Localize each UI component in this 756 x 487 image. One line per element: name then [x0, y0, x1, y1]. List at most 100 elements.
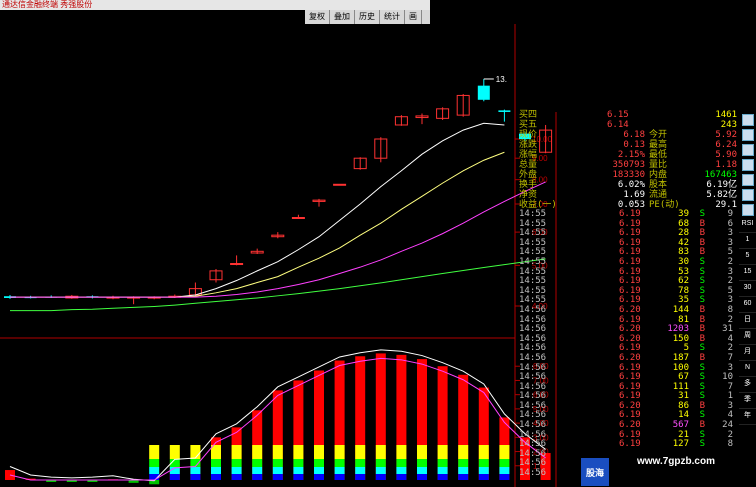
macd-band [396, 467, 407, 474]
stat-label: 今开 [649, 130, 668, 140]
period-sidebar: RSI 1 5 15 30 60 日周月 N 多季年 [739, 112, 756, 425]
macd-band [458, 467, 469, 474]
candle-body [230, 263, 244, 266]
stat-row: 外盘 183330 内盘 167463 [519, 170, 737, 180]
macd-band [314, 459, 324, 467]
period-button[interactable]: 30 [739, 281, 756, 297]
ma-line [10, 181, 546, 298]
chart-icon[interactable] [739, 112, 756, 127]
period-button[interactable]: 1 [739, 233, 756, 249]
macd-band [149, 459, 160, 467]
stat-value: 6.24 [715, 140, 737, 150]
stat-label: PE(动) [649, 200, 680, 210]
order-volume: 243 [720, 120, 737, 130]
macd-band [499, 467, 510, 474]
macd-band [293, 467, 304, 474]
macd-band [478, 467, 489, 474]
macd-band [478, 474, 489, 480]
period-button[interactable]: 5 [739, 249, 756, 265]
macd-band [355, 474, 366, 480]
grid-icon[interactable] [739, 157, 756, 172]
period-button[interactable]: 15 [739, 265, 756, 281]
rsi-icon[interactable] [739, 187, 756, 202]
period-button[interactable]: N [739, 361, 756, 377]
stat-label: 流通 [649, 190, 668, 200]
watermark-logo: 股海 [581, 458, 609, 486]
stat-value: 183330 [612, 170, 645, 180]
stat-label: 内盘 [649, 170, 668, 180]
macd-band [458, 445, 469, 459]
stat-label: 股本 [649, 180, 668, 190]
stat-value: 6.02% [617, 180, 645, 190]
macd-band [314, 467, 324, 474]
stat-label: 最低 [649, 150, 668, 160]
stat-value: 350793 [612, 160, 645, 170]
stat-label: 涨跌 [519, 140, 538, 150]
order-volume: 1461 [715, 110, 737, 120]
macd-band [190, 474, 201, 480]
macd-band [169, 445, 180, 459]
stat-label: 总量 [519, 160, 538, 170]
stat-value: 1.69 [623, 190, 645, 200]
period-button[interactable]: RSI [739, 217, 756, 233]
period-button[interactable]: 多 [739, 377, 756, 393]
macd-band [149, 467, 160, 474]
stat-label: 量比 [649, 160, 668, 170]
tick-time: 14:56 [519, 468, 547, 479]
stat-row: 换手 6.02% 股本 6.19亿 [519, 180, 737, 190]
macd-band [211, 467, 221, 474]
macd-band [169, 474, 180, 480]
stat-label: 现价 [519, 130, 538, 140]
table-icon[interactable] [739, 142, 756, 157]
macd-band [334, 467, 345, 474]
macd-band [417, 445, 427, 459]
ma-line [10, 122, 505, 298]
tick-row[interactable]: 14:56 6.19 127 S 8 [519, 440, 737, 450]
period-button[interactable]: 月 [739, 345, 756, 361]
tick-side: S [699, 439, 705, 450]
macd-band [396, 474, 407, 480]
tick-list[interactable]: 14:55 6.19 39 S 9 14:55 6.19 68 B 6 14:55 … [519, 209, 737, 479]
period-button[interactable]: 日 [739, 313, 756, 329]
macd-band [272, 445, 283, 459]
macd-band [190, 467, 201, 474]
macd-band [458, 474, 469, 480]
macd-band [211, 474, 221, 480]
macd-band [499, 474, 510, 480]
period-button[interactable]: 季 [739, 393, 756, 409]
stat-value: 6.18 [623, 130, 645, 140]
macd-band [478, 445, 489, 459]
macd-band [478, 459, 489, 467]
tool-icon[interactable] [739, 202, 756, 217]
stat-value: 29.1 [715, 200, 737, 210]
macd-band [437, 445, 448, 459]
macd-band [417, 474, 427, 480]
macd-band [334, 459, 345, 467]
stat-value: 5.82亿 [706, 190, 737, 200]
info-icon[interactable] [739, 172, 756, 187]
macd-band [252, 474, 263, 480]
macd-band [437, 474, 448, 480]
period-button[interactable]: 年 [739, 409, 756, 425]
macd-band [417, 459, 427, 467]
macd-band [437, 459, 448, 467]
macd-band [375, 459, 386, 467]
stat-row: 涨幅 2.15% 最低 5.90 [519, 150, 737, 160]
ma-line [10, 258, 546, 312]
stat-value: 0.13 [623, 140, 645, 150]
macd-band [499, 459, 510, 467]
order-book: 买四 6.15 1461 买五 6.14 243 [519, 110, 737, 130]
stock-stats: 现价 6.18 今开 5.92 涨跌 0.13 最高 6.24 涨幅 2.15% 最… [519, 130, 737, 210]
list-icon[interactable] [739, 127, 756, 142]
tick-row[interactable]: 14:56 [519, 468, 737, 479]
macd-band [417, 467, 427, 474]
order-book-row: 买四 6.15 1461 [519, 110, 737, 120]
stat-label: 最高 [649, 140, 668, 150]
macd-band [396, 459, 407, 467]
macd-band [499, 445, 510, 459]
macd-band [252, 459, 263, 467]
stat-value: 6.19亿 [706, 180, 737, 190]
period-button[interactable]: 60 [739, 297, 756, 313]
candle-body [333, 183, 347, 186]
period-button[interactable]: 周 [739, 329, 756, 345]
